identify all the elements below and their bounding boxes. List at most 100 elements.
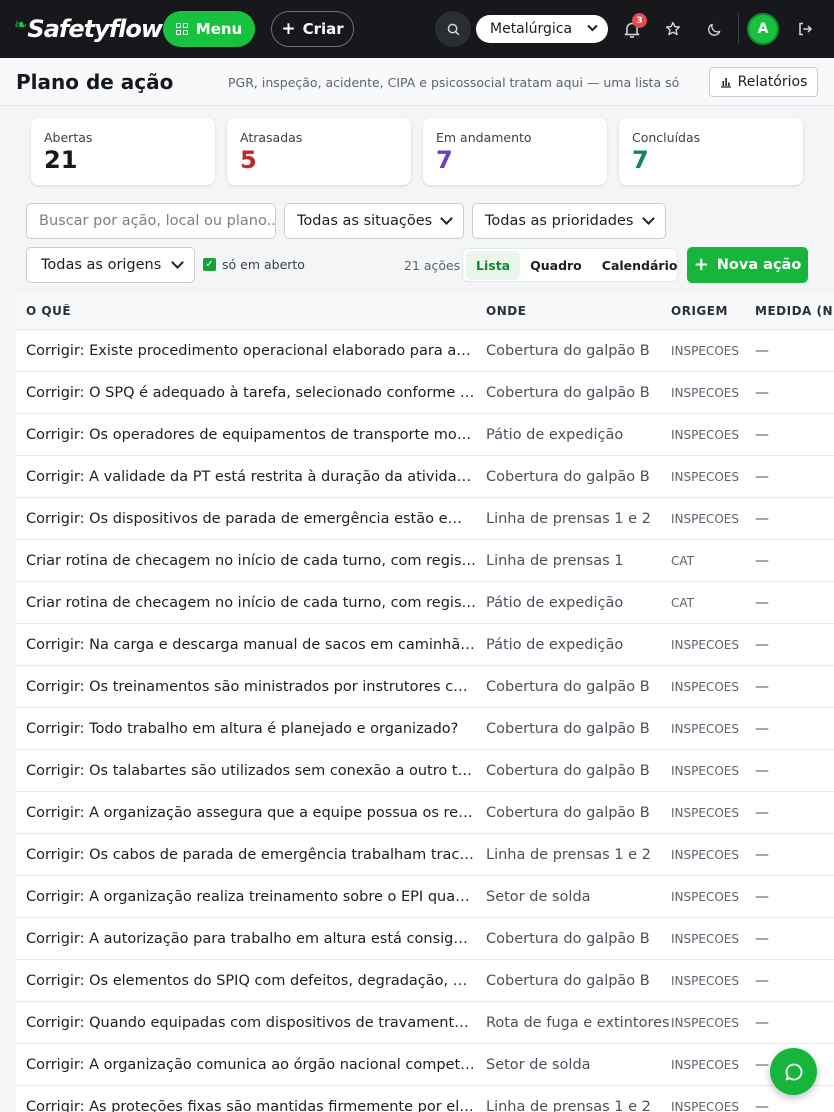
logout-button[interactable] xyxy=(787,11,823,47)
stat-card-overdue[interactable]: Atrasadas 5 xyxy=(227,118,411,185)
action-origin: CAT xyxy=(671,595,694,610)
action-where: Linha de prensas 1 xyxy=(486,552,624,569)
search-input[interactable]: Buscar por ação, local ou plano... xyxy=(26,203,276,239)
table-row[interactable]: Corrigir: A organização comunica ao órgã… xyxy=(16,1044,834,1086)
table-row[interactable]: Corrigir: Os elementos do SPIQ com defei… xyxy=(16,960,834,1002)
table-body: Corrigir: Existe procedimento operaciona… xyxy=(16,330,834,1112)
brand-name-part1: Safety xyxy=(27,15,109,43)
company-select[interactable]: Metalúrgica xyxy=(476,15,608,43)
action-where: Cobertura do galpão B xyxy=(486,384,650,401)
origin-select[interactable]: Todas as origens xyxy=(26,247,195,283)
action-where: Pátio de expedição xyxy=(486,426,624,443)
only-open-label: só em aberto xyxy=(222,257,305,272)
action-where: Linha de prensas 1 e 2 xyxy=(486,510,651,527)
action-measure: — xyxy=(755,888,769,905)
actions-table: O QUÊ ONDE ORIGEM MEDIDA (N Corrigir: Ex… xyxy=(16,293,834,1112)
menu-button-label: Menu xyxy=(195,20,243,38)
action-what: Corrigir: As proteções fixas são mantida… xyxy=(26,1098,486,1112)
action-where: Cobertura do galpão B xyxy=(486,972,650,989)
action-origin: INSPECOES xyxy=(671,511,739,526)
company-select-value: Metalúrgica xyxy=(490,21,573,37)
table-header: O QUÊ ONDE ORIGEM MEDIDA (N xyxy=(16,293,834,330)
table-row[interactable]: Corrigir: Os cabos de parada de emergênc… xyxy=(16,834,834,876)
stat-label: Concluídas xyxy=(632,130,701,145)
tab-list[interactable]: Lista xyxy=(466,250,521,280)
action-measure: — xyxy=(755,972,769,989)
table-row[interactable]: Corrigir: Os treinamentos são ministrado… xyxy=(16,666,834,708)
tab-calendar[interactable]: Calendário xyxy=(592,251,688,280)
topbar-divider xyxy=(738,14,739,44)
create-button-label: Criar xyxy=(302,20,344,38)
action-origin: INSPECOES xyxy=(671,931,739,946)
column-header-origin[interactable]: ORIGEM xyxy=(671,304,755,318)
table-row[interactable]: Corrigir: Existe procedimento operaciona… xyxy=(16,330,834,372)
table-row[interactable]: Corrigir: Os operadores de equipamentos … xyxy=(16,414,834,456)
table-row[interactable]: Criar rotina de checagem no início de ca… xyxy=(16,582,834,624)
tab-board[interactable]: Quadro xyxy=(520,251,592,280)
notifications-button[interactable]: 3 xyxy=(614,11,650,47)
table-row[interactable]: Corrigir: A autorização para trabalho em… xyxy=(16,918,834,960)
theme-toggle-button[interactable] xyxy=(696,11,732,47)
checkbox-checked[interactable]: ✓ xyxy=(203,258,216,271)
action-measure: — xyxy=(755,1014,769,1031)
chat-button[interactable] xyxy=(770,1048,817,1095)
menu-button[interactable]: Menu xyxy=(163,11,255,47)
search-button[interactable] xyxy=(435,11,471,47)
create-button[interactable]: + Criar xyxy=(271,11,354,47)
status-select[interactable]: Todas as situações xyxy=(284,203,464,239)
chat-icon xyxy=(785,1063,802,1080)
action-what: Corrigir: Existe procedimento operaciona… xyxy=(26,342,486,359)
chevron-down-icon xyxy=(440,212,453,225)
table-row[interactable]: Criar rotina de checagem no início de ca… xyxy=(16,540,834,582)
action-where: Cobertura do galpão B xyxy=(486,678,650,695)
notification-count-badge: 3 xyxy=(632,13,647,28)
table-row[interactable]: Corrigir: Os talabartes são utilizados s… xyxy=(16,750,834,792)
action-measure: — xyxy=(755,762,769,779)
column-header-what[interactable]: O QUÊ xyxy=(16,304,486,318)
user-avatar[interactable]: A xyxy=(747,13,779,45)
bar-chart-icon xyxy=(720,78,731,88)
action-origin: INSPECOES xyxy=(671,427,739,442)
stat-card-completed[interactable]: Concluídas 7 xyxy=(619,118,803,185)
brand-logo[interactable]: ❧ Safety flow xyxy=(14,14,163,44)
action-what: Corrigir: Os operadores de equipamentos … xyxy=(26,426,486,443)
table-row[interactable]: Corrigir: Quando equipadas com dispositi… xyxy=(16,1002,834,1044)
action-measure: — xyxy=(755,804,769,821)
action-measure: — xyxy=(755,468,769,485)
table-row[interactable]: Corrigir: A organização realiza treiname… xyxy=(16,876,834,918)
action-origin: INSPECOES xyxy=(671,805,739,820)
action-where: Cobertura do galpão B xyxy=(486,468,650,485)
stat-label: Abertas xyxy=(44,130,93,145)
priority-select[interactable]: Todas as prioridades xyxy=(472,203,666,239)
action-what: Corrigir: Os dispositivos de parada de e… xyxy=(26,510,486,527)
favorites-button[interactable] xyxy=(655,11,691,47)
action-origin: INSPECOES xyxy=(671,973,739,988)
table-row[interactable]: Corrigir: O SPQ é adequado à tarefa, sel… xyxy=(16,372,834,414)
table-row[interactable]: Corrigir: A organização assegura que a e… xyxy=(16,792,834,834)
reports-button-label: Relatórios xyxy=(737,74,808,90)
action-measure: — xyxy=(755,678,769,695)
action-where: Pátio de expedição xyxy=(486,594,624,611)
stat-card-in-progress[interactable]: Em andamento 7 xyxy=(423,118,607,185)
leaf-icon: ❧ xyxy=(14,14,27,34)
action-origin: INSPECOES xyxy=(671,1057,739,1072)
reports-button[interactable]: Relatórios xyxy=(709,67,818,97)
table-row[interactable]: Corrigir: Os dispositivos de parada de e… xyxy=(16,498,834,540)
stat-card-open[interactable]: Abertas 21 xyxy=(31,118,215,185)
action-what: Corrigir: A organização comunica ao órgã… xyxy=(26,1056,486,1073)
table-row[interactable]: Corrigir: A validade da PT está restrita… xyxy=(16,456,834,498)
table-row[interactable]: Corrigir: Todo trabalho em altura é plan… xyxy=(16,708,834,750)
action-where: Cobertura do galpão B xyxy=(486,342,650,359)
only-open-toggle[interactable]: ✓ só em aberto xyxy=(203,257,305,272)
search-icon xyxy=(447,23,459,35)
table-row[interactable]: Corrigir: As proteções fixas são mantida… xyxy=(16,1086,834,1112)
column-header-measure[interactable]: MEDIDA (N xyxy=(755,304,834,318)
status-select-value: Todas as situações xyxy=(297,213,433,229)
table-row[interactable]: Corrigir: Na carga e descarga manual de … xyxy=(16,624,834,666)
action-what: Corrigir: Na carga e descarga manual de … xyxy=(26,636,486,653)
column-header-where[interactable]: ONDE xyxy=(486,304,671,318)
action-measure: — xyxy=(755,720,769,737)
new-action-button[interactable]: + Nova ação xyxy=(687,247,808,283)
action-measure: — xyxy=(755,552,769,569)
search-placeholder: Buscar por ação, local ou plano... xyxy=(39,213,276,229)
